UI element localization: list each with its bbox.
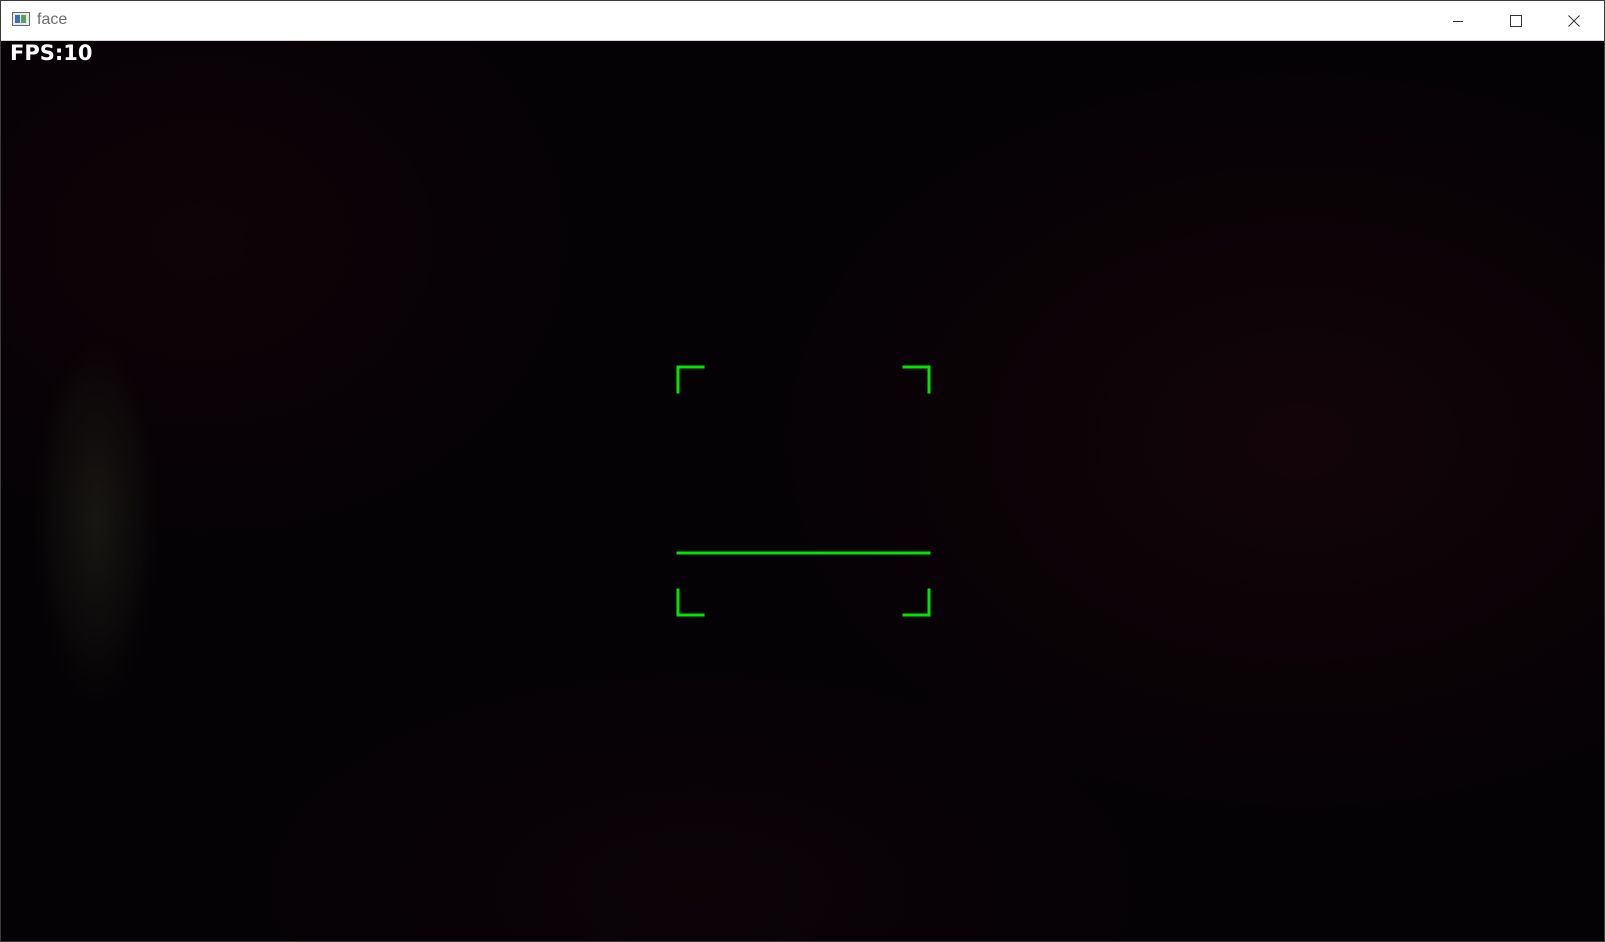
face-guide-overlay xyxy=(676,365,931,617)
maximize-button[interactable] xyxy=(1487,1,1545,40)
camera-video-feed: FPS:10 xyxy=(1,41,1604,941)
minimize-icon xyxy=(1453,20,1463,22)
close-button[interactable] xyxy=(1545,1,1603,40)
minimize-button[interactable] xyxy=(1429,1,1487,40)
bracket-bottom-left xyxy=(676,588,705,617)
app-window: face FPS:10 xyxy=(0,0,1605,942)
maximize-icon xyxy=(1510,14,1522,27)
bracket-top-right xyxy=(902,365,931,394)
bracket-bottom-right xyxy=(902,588,931,617)
title-bar[interactable]: face xyxy=(1,1,1604,41)
window-title: face xyxy=(37,11,68,28)
app-window-icon xyxy=(12,12,30,26)
bracket-top-left xyxy=(676,365,705,394)
close-icon xyxy=(1568,14,1580,27)
